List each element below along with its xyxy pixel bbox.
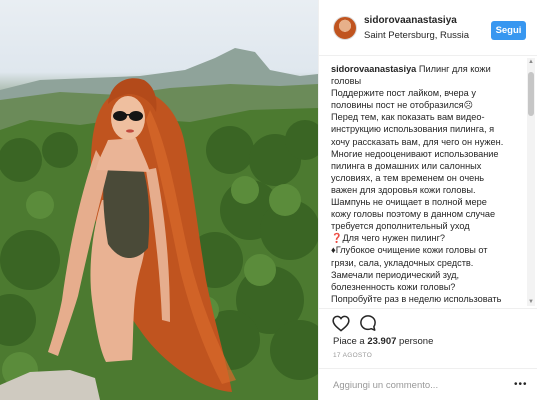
likes-count[interactable]: Piace a 23.907 persone: [333, 336, 433, 347]
caption-author[interactable]: sidorovaanastasiya: [331, 64, 416, 74]
caption-line: sidorovaanastasiya Пилинг для кожи: [331, 64, 491, 74]
caption: sidorovaanastasiya Пилинг для кожи голов…: [331, 63, 521, 305]
caption-line: Многие недооценивают использование: [331, 148, 499, 159]
post-header: sidorovaanastasiya Saint Petersburg, Rus…: [319, 0, 537, 56]
caption-line: грязи, сала, укладочных средств.: [331, 257, 474, 268]
caption-line: важен для здоровья кожи головы.: [331, 184, 476, 195]
caption-line: головы: [331, 76, 362, 87]
username-link[interactable]: sidorovaanastasiya: [364, 15, 457, 26]
caption-line: пилинга в домашних или салонных: [331, 160, 482, 171]
post-details-panel: sidorovaanastasiya Saint Petersburg, Rus…: [318, 0, 537, 400]
post-photo[interactable]: [0, 0, 318, 400]
caption-line: инструкцию использования пилинга, я: [331, 124, 495, 135]
scroll-down-arrow-icon[interactable]: ▼: [527, 298, 535, 306]
follow-button[interactable]: Segui: [491, 21, 526, 40]
photo-scene: [0, 48, 318, 400]
more-options-icon[interactable]: •••: [514, 379, 528, 390]
caption-line: хочу рассказать вам, для чего он нужен.: [331, 136, 504, 147]
caption-line: Поддержите пост лайком, вчера у: [331, 88, 476, 99]
caption-line: Попробуйте раз в неделю использовать: [331, 293, 502, 304]
caption-line: половины пост не отобразился☹: [331, 100, 474, 111]
scroll-up-arrow-icon[interactable]: ▲: [527, 58, 535, 66]
caption-line: Замечали периодический зуд,: [331, 269, 460, 280]
location-link[interactable]: Saint Petersburg, Russia: [364, 30, 469, 41]
caption-line: условиях, а тем временем он очень: [331, 172, 485, 183]
action-bar: [319, 308, 537, 336]
caption-line: ♦Глубокое очищение кожи головы от: [331, 245, 488, 256]
caption-line: требуется дополнительный уход: [331, 221, 470, 232]
comment-bar: •••: [319, 368, 537, 400]
caption-line: болезненность кожи головы?: [331, 281, 456, 292]
caption-line: Шампунь не очищает в полной мере: [331, 197, 487, 208]
comment-input[interactable]: [333, 378, 503, 392]
avatar[interactable]: [333, 16, 357, 40]
caption-scrollbar[interactable]: ▲ ▼: [527, 58, 535, 306]
caption-line: Перед тем, как показать вам видео-: [331, 112, 485, 123]
comment-icon[interactable]: [359, 314, 377, 332]
caption-line: кожу головы поэтому в данном случае: [331, 209, 496, 220]
scroll-thumb[interactable]: [528, 72, 534, 116]
heart-icon[interactable]: [332, 315, 350, 332]
post-date: 17 AGOSTO: [333, 352, 373, 359]
caption-line: ❓Для чего нужен пилинг?: [331, 233, 446, 244]
